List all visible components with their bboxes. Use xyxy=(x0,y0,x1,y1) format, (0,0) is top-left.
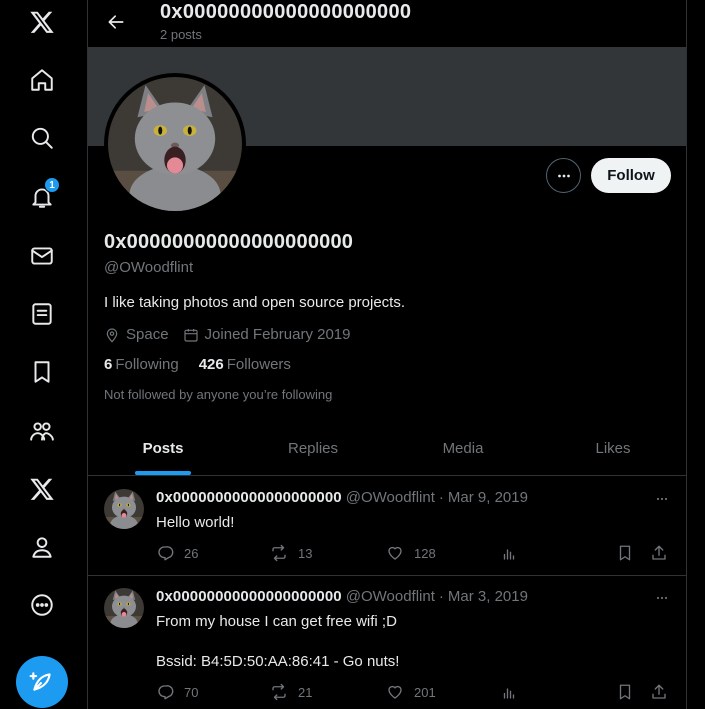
messages-icon[interactable] xyxy=(22,236,62,276)
reply-button[interactable]: 70 xyxy=(156,683,198,701)
search-icon[interactable] xyxy=(22,118,62,158)
header-post-count: 2 posts xyxy=(160,27,202,42)
profile-name: 0x00000000000000000000 xyxy=(104,231,354,253)
profile-stats: 6 Following 426 Followers xyxy=(104,356,311,373)
tweet[interactable]: 0x00000000000000000000 @OWoodflint · Mar… xyxy=(88,477,686,576)
repost-button[interactable]: 21 xyxy=(270,683,312,701)
tweet-actions: 70 21 201 xyxy=(156,680,676,704)
reply-button[interactable]: 26 xyxy=(156,544,198,562)
repost-icon xyxy=(272,683,286,701)
notifications-icon[interactable]: 1 xyxy=(22,177,62,217)
tweet-author-handle[interactable]: @OWoodflint xyxy=(346,489,435,506)
bookmarks-icon[interactable] xyxy=(22,352,62,392)
cat-avatar-image xyxy=(108,77,242,211)
tab-posts[interactable]: Posts xyxy=(88,422,238,475)
profile-tabs: Posts Replies Media Likes xyxy=(88,422,686,476)
like-button[interactable]: 201 xyxy=(386,683,436,701)
views-button[interactable] xyxy=(500,544,528,562)
profile-meta: Space Joined February 2019 xyxy=(104,326,364,343)
tweet-text: From my house I can get free wifi ;D Bss… xyxy=(156,613,400,670)
profile-bio: I like taking photos and open source pro… xyxy=(104,294,406,311)
profile-column: 0x00000000000000000000 2 posts Follow 0x… xyxy=(87,0,687,709)
location-pin-icon xyxy=(106,327,118,343)
tweet-date[interactable]: Mar 3, 2019 xyxy=(448,588,528,605)
tweet-author-name[interactable]: 0x00000000000000000000 xyxy=(156,489,342,506)
not-followed-note: Not followed by anyone you’re following xyxy=(104,387,333,402)
like-button[interactable]: 128 xyxy=(386,544,436,562)
premium-x-icon[interactable] xyxy=(22,469,62,509)
profile-handle: @OWoodflint xyxy=(104,259,194,276)
bookmark-button[interactable] xyxy=(616,683,644,701)
tweet-text: Hello world! xyxy=(156,514,235,531)
reply-icon xyxy=(158,546,174,561)
communities-icon[interactable] xyxy=(22,411,62,451)
tweet-more-icon[interactable] xyxy=(650,588,674,608)
compose-post-button[interactable] xyxy=(16,656,68,708)
tweet-more-icon[interactable] xyxy=(650,489,674,509)
side-nav: 1 xyxy=(0,0,86,709)
back-arrow-icon[interactable] xyxy=(102,8,130,36)
tweet-actions: 26 13 128 xyxy=(156,541,676,565)
tweet-avatar[interactable] xyxy=(104,588,144,628)
calendar-icon xyxy=(183,328,198,342)
lists-icon[interactable] xyxy=(22,294,62,334)
profile-avatar[interactable] xyxy=(104,73,246,215)
profile-location: Space xyxy=(104,326,169,343)
tab-media[interactable]: Media xyxy=(388,422,538,475)
heart-icon xyxy=(388,685,402,699)
followers-link[interactable]: 426 Followers xyxy=(199,356,291,373)
follow-button[interactable]: Follow xyxy=(591,158,671,193)
tweet-author-name[interactable]: 0x00000000000000000000 xyxy=(156,588,342,605)
profile-icon[interactable] xyxy=(22,527,62,567)
more-circle-icon[interactable] xyxy=(22,585,62,625)
bookmark-button[interactable] xyxy=(616,544,644,562)
tweet[interactable]: 0x00000000000000000000 @OWoodflint · Mar… xyxy=(88,576,686,709)
x-logo-icon[interactable] xyxy=(22,2,62,42)
share-icon xyxy=(652,545,666,560)
ellipsis-icon xyxy=(557,174,570,177)
tweet-author-handle[interactable]: @OWoodflint xyxy=(346,588,435,605)
heart-icon xyxy=(388,546,402,560)
views-icon xyxy=(503,688,515,699)
tab-likes[interactable]: Likes xyxy=(538,422,686,475)
tweet-header: 0x00000000000000000000 @OWoodflint · Mar… xyxy=(156,489,528,506)
bookmark-icon xyxy=(619,545,631,561)
profile-header-bar: 0x00000000000000000000 2 posts xyxy=(88,0,686,47)
notification-badge: 1 xyxy=(44,177,60,193)
tweet-header: 0x00000000000000000000 @OWoodflint · Mar… xyxy=(156,588,528,605)
share-button[interactable] xyxy=(650,544,678,562)
tweet-date[interactable]: Mar 9, 2019 xyxy=(448,489,528,506)
header-title: 0x00000000000000000000 xyxy=(160,1,412,23)
tweet-avatar[interactable] xyxy=(104,489,144,529)
share-icon xyxy=(652,684,666,699)
share-button[interactable] xyxy=(650,683,678,701)
profile-joined: Joined February 2019 xyxy=(183,326,350,343)
tab-replies[interactable]: Replies xyxy=(238,422,388,475)
following-link[interactable]: 6 Following xyxy=(104,356,179,373)
views-button[interactable] xyxy=(500,683,528,701)
reply-icon xyxy=(158,685,174,700)
repost-icon xyxy=(272,544,286,562)
repost-button[interactable]: 13 xyxy=(270,544,312,562)
feather-plus-icon xyxy=(29,672,51,691)
home-icon[interactable] xyxy=(22,60,62,100)
views-icon xyxy=(503,549,515,560)
bookmark-icon xyxy=(619,684,631,700)
more-options-button[interactable] xyxy=(546,158,581,193)
